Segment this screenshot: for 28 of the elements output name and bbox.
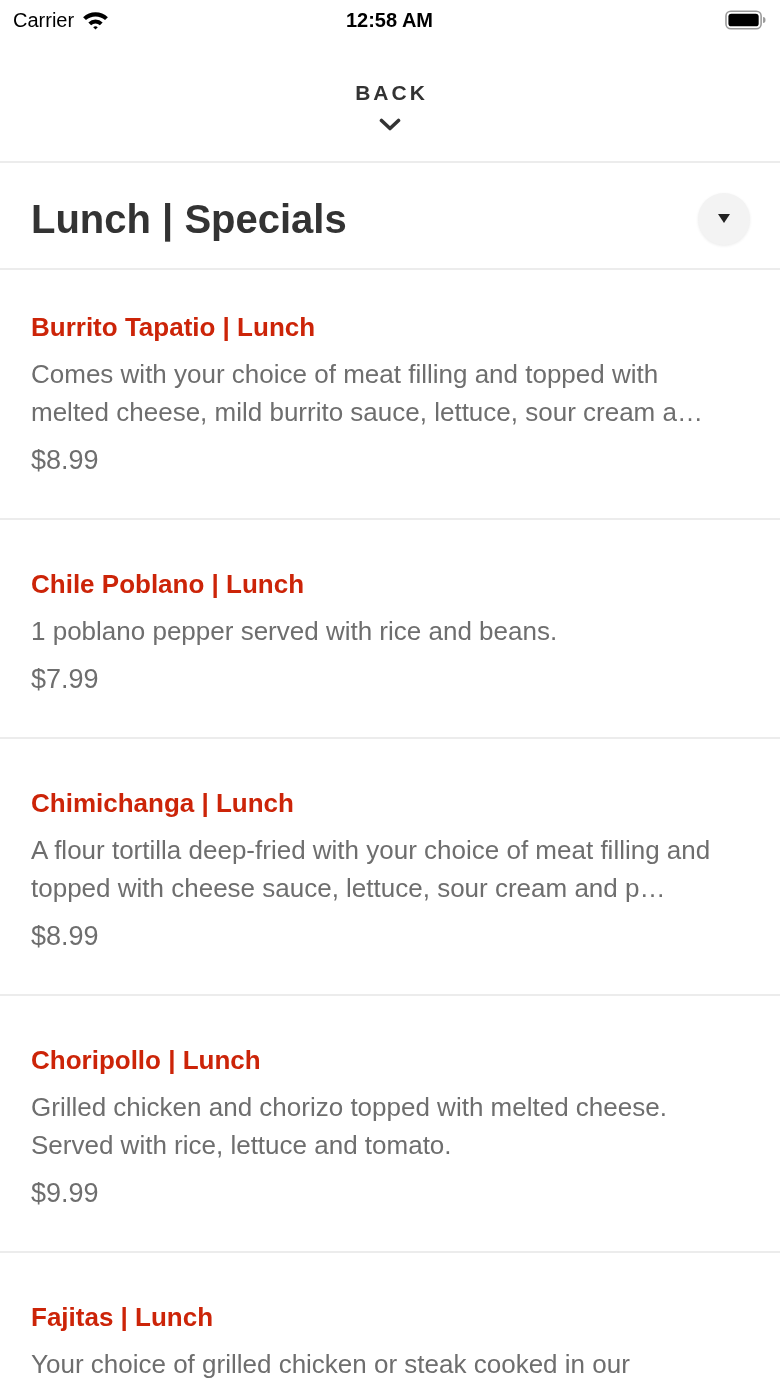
- caret-icon: [718, 214, 730, 223]
- wifi-icon: [82, 10, 110, 30]
- item-name: Choripollo | Lunch: [31, 1044, 262, 1076]
- item-name: Chimichanga | Lunch: [31, 787, 295, 819]
- item-price: $7.99: [31, 663, 100, 696]
- dropdown-button[interactable]: [698, 192, 750, 245]
- item-name: Burrito Tapatio | Lunch: [31, 311, 317, 343]
- item-price: $8.99: [31, 444, 100, 477]
- carrier-name: Carrier: [13, 8, 75, 32]
- menu-item[interactable]: Chile Poblano | Lunch 1 poblano pepper served with rice and beans. $7.99: [0, 520, 780, 739]
- back-button[interactable]: BACK: [344, 77, 436, 136]
- section-title: Lunch | Specials: [31, 195, 347, 244]
- item-description: 1 poblano pepper served with rice and beans.: [31, 615, 559, 648]
- item-description: Comes with your choice of meat filling and topped with melted cheese, mild burrito sauce, lettuce, sour cream a…: [31, 358, 704, 429]
- item-name: Fajitas | Lunch: [31, 1301, 215, 1333]
- clock-time: 12:58 AM: [345, 8, 434, 32]
- item-price: $9.99: [31, 1177, 100, 1210]
- menu-item[interactable]: Fajitas | Lunch Your choice of grilled chicken or steak cooked in our: [0, 1253, 780, 1387]
- chevron-down-icon: [379, 118, 401, 132]
- item-price: $8.99: [31, 920, 100, 953]
- item-name: Chile Poblano | Lunch: [31, 568, 306, 600]
- menu-item[interactable]: Chimichanga | Lunch A flour tortilla deep-fried with your choice of meat filling and topped with cheese sauce, lettuce, sour cream and p… $8.99: [0, 739, 780, 996]
- menu-item[interactable]: Burrito Tapatio | Lunch Comes with your choice of meat filling and topped with melted cheese, mild burrito sauce, lettuce, sour cream a… $8.99: [0, 270, 780, 520]
- item-description: A flour tortilla deep-fried with your choice of meat filling and topped with cheese sauce, lettuce, sour cream and p…: [31, 834, 712, 905]
- battery-icon: [725, 10, 766, 30]
- item-description: Grilled chicken and chorizo topped with melted cheese. Served with rice, lettuce and tomato.: [31, 1091, 668, 1162]
- item-description: Your choice of grilled chicken or steak cooked in our: [31, 1348, 631, 1381]
- menu-item[interactable]: Choripollo | Lunch Grilled chicken and chorizo topped with melted cheese. Served with rice, lettuce and tomato. $9.99: [0, 996, 780, 1253]
